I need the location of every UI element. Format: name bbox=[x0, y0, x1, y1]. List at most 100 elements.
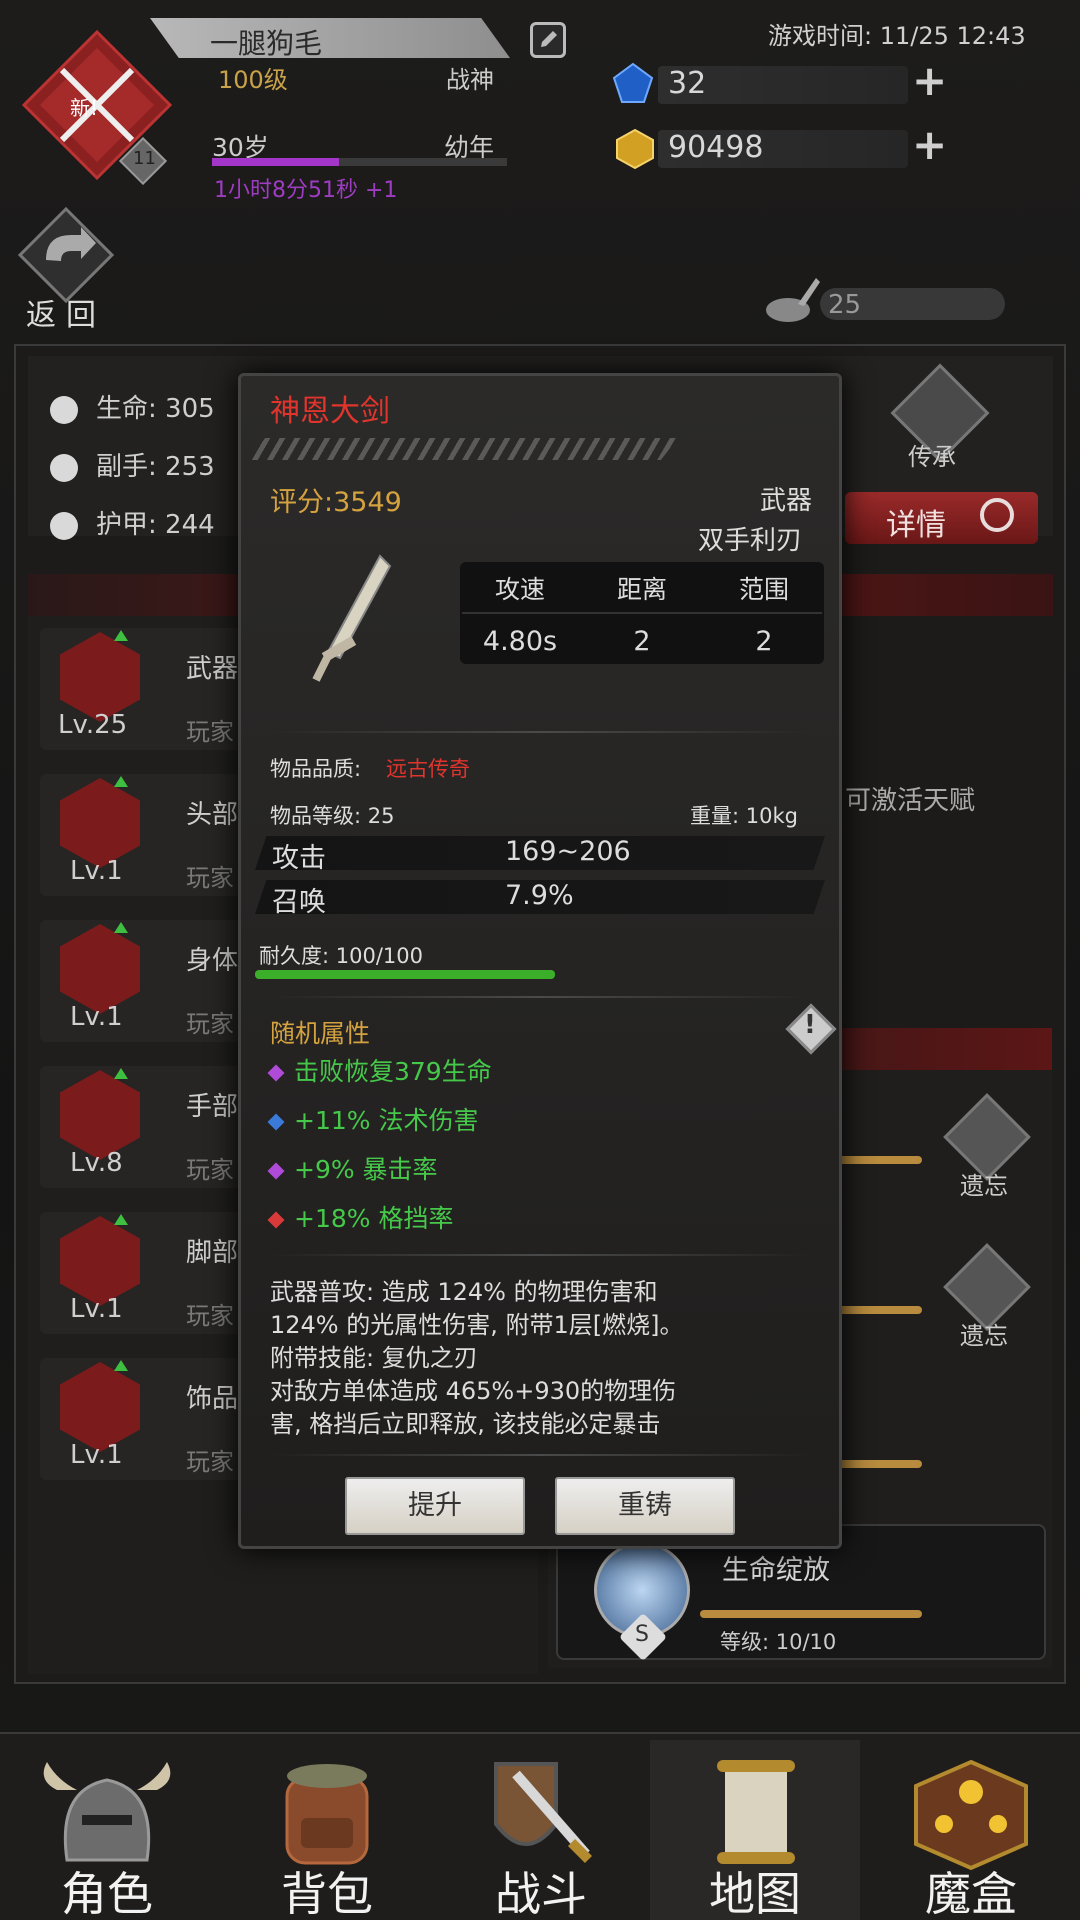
add-gold-button[interactable]: + bbox=[912, 120, 947, 169]
stat-hp: 生命: 305 bbox=[50, 388, 215, 425]
upgrade-arrow-icon bbox=[114, 630, 128, 641]
equip-sub: 玩家 bbox=[186, 1448, 234, 1476]
age-progress-fill bbox=[212, 158, 339, 166]
equip-level: Lv.1 bbox=[70, 1002, 123, 1032]
equip-title: 手部 bbox=[186, 1092, 239, 1122]
divider bbox=[270, 996, 810, 998]
magic-box-icon bbox=[914, 1759, 1028, 1871]
nav-backpack[interactable]: 背包 bbox=[222, 1740, 432, 1920]
skill-level: 等级: 10/10 bbox=[720, 1630, 837, 1654]
gem-icon bbox=[267, 1064, 285, 1082]
stamina-icon bbox=[762, 274, 822, 326]
desc-line: 武器普攻: 造成 124% 的物理伤害和 bbox=[270, 1278, 658, 1306]
gem-icon bbox=[267, 1162, 285, 1180]
gems-value: 32 bbox=[668, 66, 707, 101]
random-effect: +9% 暴击率 bbox=[267, 1150, 438, 1186]
desc-line: 附带技能: 复仇之刃 bbox=[270, 1344, 478, 1372]
gem-icon bbox=[612, 62, 654, 104]
add-gems-button[interactable]: + bbox=[912, 56, 947, 105]
item-score: 评分:3549 bbox=[270, 487, 402, 518]
equip-level: Lv.25 bbox=[58, 710, 128, 740]
desc-line: 害, 格挡后立即释放, 该技能必定暴击 bbox=[270, 1410, 661, 1438]
divider bbox=[270, 1254, 810, 1256]
stat-header: 攻速 bbox=[494, 575, 545, 604]
upgrade-arrow-icon bbox=[114, 1214, 128, 1225]
forget-label[interactable]: 遗忘 bbox=[960, 1316, 1008, 1351]
upgrade-arrow-icon bbox=[114, 1360, 128, 1371]
stamina-value: 25 bbox=[828, 290, 862, 320]
upgrade-arrow-icon bbox=[114, 776, 128, 787]
stat-header: 距离 bbox=[616, 575, 667, 604]
count-badge: 11 bbox=[133, 148, 156, 169]
age-timer: 1小时8分51秒 +1 bbox=[214, 178, 398, 203]
stat-value: 4.80s bbox=[482, 626, 558, 657]
details-button-label[interactable]: 详情 bbox=[886, 500, 946, 544]
exclamation-icon: ! bbox=[804, 1010, 816, 1040]
reforge-button[interactable]: 重铸 bbox=[555, 1477, 735, 1535]
backpack-icon bbox=[285, 1764, 369, 1865]
gold-value: 90498 bbox=[668, 130, 764, 165]
inherit-label[interactable]: 传承 bbox=[908, 437, 956, 472]
gem-icon bbox=[267, 1113, 285, 1131]
forget-label[interactable]: 遗忘 bbox=[960, 1166, 1008, 1201]
stat-header: 范围 bbox=[738, 575, 789, 604]
attr-value: 169~206 bbox=[505, 836, 631, 867]
nav-battle[interactable]: 战斗 bbox=[436, 1740, 646, 1920]
stat-value: 2 bbox=[755, 626, 773, 657]
armor-icon bbox=[50, 511, 78, 540]
sword-shield-icon bbox=[494, 1762, 593, 1864]
stat-offhand: 副手: 253 bbox=[50, 446, 215, 483]
scroll-map-icon bbox=[717, 1760, 795, 1864]
equip-title: 饰品 bbox=[186, 1384, 239, 1414]
equip-level: Lv.1 bbox=[70, 1440, 123, 1470]
back-button-label[interactable]: 返回 bbox=[26, 290, 106, 334]
search-icon[interactable] bbox=[980, 498, 1014, 532]
nav-label: 魔盒 bbox=[925, 1867, 1017, 1920]
gem-icon bbox=[267, 1211, 285, 1229]
divider bbox=[270, 1454, 810, 1456]
equip-sub: 玩家 bbox=[186, 864, 234, 892]
equip-level: Lv.1 bbox=[70, 1294, 123, 1324]
equip-sub: 玩家 bbox=[186, 718, 234, 746]
item-level: 物品等级: 25 bbox=[270, 804, 395, 828]
player-rank: 战神 bbox=[446, 66, 494, 94]
quality-value: 远古传奇 bbox=[386, 757, 470, 781]
greatsword-icon bbox=[312, 554, 392, 682]
stat-armor: 护甲: 244 bbox=[50, 504, 215, 541]
durability-label: 耐久度: 100/100 bbox=[259, 944, 423, 968]
new-badge: 新! bbox=[70, 96, 99, 120]
attr-value: 7.9% bbox=[505, 880, 574, 911]
title-stripe bbox=[248, 438, 678, 460]
player-name: 一腿狗毛 bbox=[210, 27, 323, 60]
name-bar bbox=[150, 18, 510, 58]
equip-level: Lv.1 bbox=[70, 856, 123, 886]
upgrade-arrow-icon bbox=[114, 922, 128, 933]
nav-label: 背包 bbox=[281, 1867, 373, 1920]
nav-map[interactable]: 地图 bbox=[650, 1740, 860, 1920]
desc-line: 对敌方单体造成 465%+930的物理伤 bbox=[270, 1377, 677, 1405]
nav-magic-box[interactable]: 魔盒 bbox=[866, 1740, 1076, 1920]
item-weight: 重量: 10kg bbox=[690, 804, 798, 828]
item-name: 神恩大剑 bbox=[270, 394, 390, 429]
nav-label: 战斗 bbox=[495, 1867, 587, 1920]
equip-level: Lv.8 bbox=[70, 1148, 123, 1178]
helmet-icon bbox=[43, 1762, 171, 1862]
attr-name: 召唤 bbox=[272, 887, 326, 918]
attr-name: 攻击 bbox=[272, 843, 326, 874]
heart-icon bbox=[50, 395, 78, 424]
random-effect: +11% 法术伤害 bbox=[267, 1101, 478, 1137]
desc-line: 124% 的光属性伤害, 附带1层[燃烧]。 bbox=[270, 1311, 684, 1339]
divider bbox=[270, 731, 810, 733]
upgrade-button[interactable]: 提升 bbox=[345, 1477, 525, 1535]
offhand-icon bbox=[50, 453, 78, 482]
gold-icon bbox=[614, 128, 656, 170]
equip-title: 脚部 bbox=[186, 1238, 239, 1268]
item-type: 武器 bbox=[760, 486, 813, 516]
equip-sub: 玩家 bbox=[186, 1010, 234, 1038]
edit-icon[interactable] bbox=[530, 22, 566, 58]
item-subtype: 双手利刃 bbox=[698, 526, 803, 556]
skill-grade: S bbox=[635, 1622, 649, 1647]
nav-character[interactable]: 角色 bbox=[2, 1740, 212, 1920]
nav-label: 地图 bbox=[709, 1867, 801, 1920]
random-effect: 击败恢复379生命 bbox=[267, 1052, 492, 1088]
